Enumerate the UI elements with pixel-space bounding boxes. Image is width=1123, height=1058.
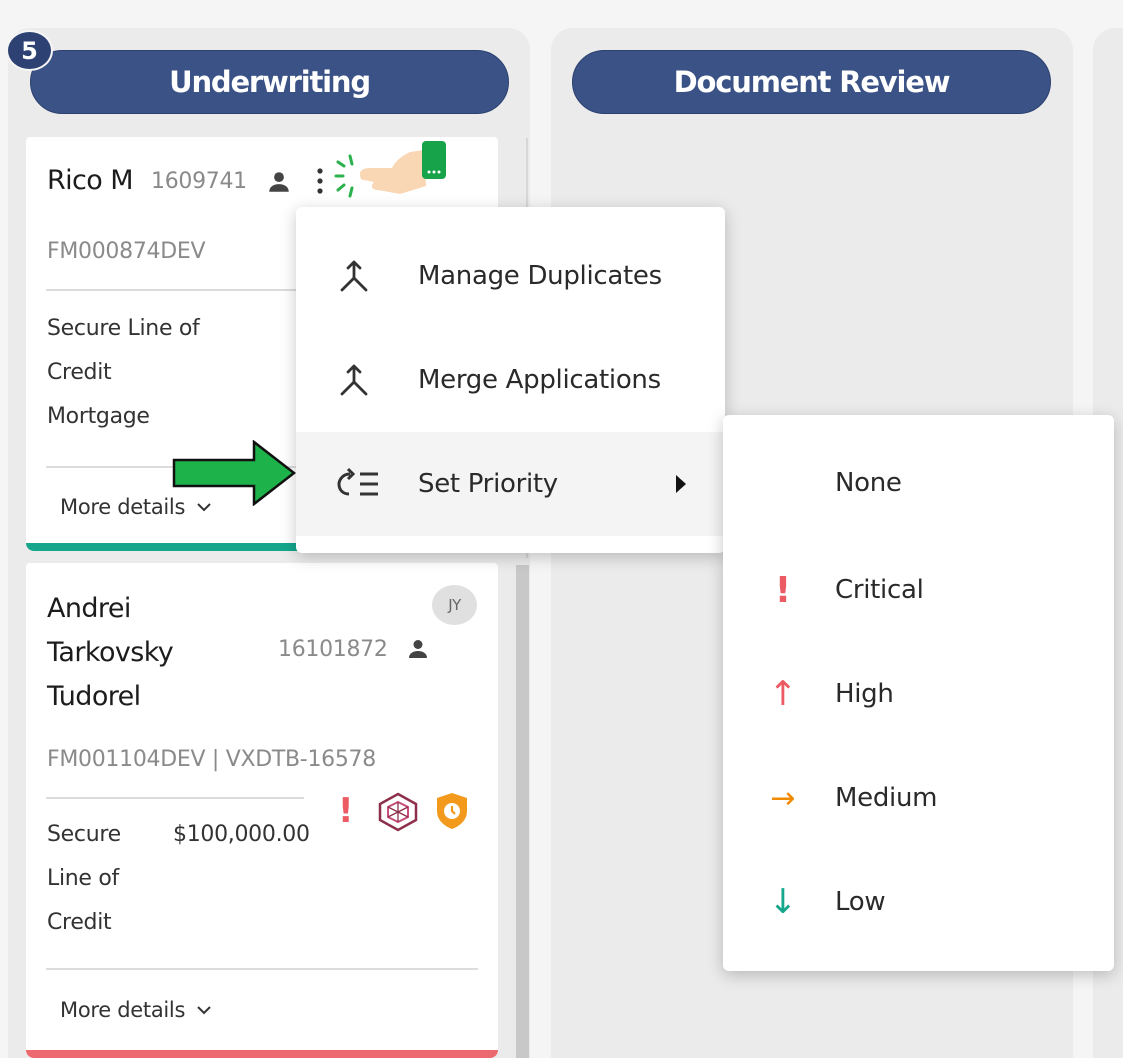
verification-badge-icon xyxy=(378,792,418,832)
application-id: 1609741 xyxy=(151,169,247,194)
menu-item-set-priority[interactable]: Set Priority xyxy=(296,432,725,536)
scrollbar-thumb[interactable] xyxy=(516,565,529,1058)
card-context-menu: Manage Duplicates Merge Applications Set… xyxy=(296,207,725,553)
application-id: 16101872 xyxy=(278,637,388,662)
more-options-icon[interactable] xyxy=(314,167,326,195)
menu-item-label: Manage Duplicates xyxy=(418,261,662,291)
person-icon xyxy=(269,172,289,192)
person-icon xyxy=(409,640,427,658)
arrow-right-icon: → xyxy=(770,780,796,816)
priority-option-none[interactable]: None xyxy=(723,431,1114,535)
arrow-up-icon: ↑ xyxy=(768,674,798,714)
hand-pointer-icon xyxy=(334,141,446,198)
more-details-toggle[interactable]: More details xyxy=(60,998,213,1022)
critical-priority-icon: ! xyxy=(338,791,354,831)
priority-option-high[interactable]: ↑ High xyxy=(723,642,1114,746)
caret-right-icon xyxy=(676,475,686,493)
priority-list-icon xyxy=(337,467,378,496)
critical-priority-icon: ! xyxy=(774,569,792,611)
applicant-name[interactable]: Rico M xyxy=(47,165,134,196)
column-header-document-review[interactable]: Document Review xyxy=(572,50,1051,114)
arrow-down-icon: ↓ xyxy=(768,882,798,922)
divider xyxy=(46,289,306,291)
product-type: Secure Line of Credit Mortgage xyxy=(47,316,200,429)
divider xyxy=(46,968,478,970)
priority-submenu: None ! Critical ↑ High → Medium ↓ Low xyxy=(723,415,1114,971)
column-count-badge: 5 xyxy=(6,30,53,71)
chevron-down-icon xyxy=(197,1006,211,1015)
menu-item-label: Merge Applications xyxy=(418,365,661,395)
priority-option-low[interactable]: ↓ Low xyxy=(723,850,1114,954)
applicant-name[interactable]: Andrei Tarkovsky Tudorel xyxy=(47,587,174,719)
merge-icon xyxy=(340,364,368,396)
product-type: Secure Line of Credit xyxy=(47,822,121,935)
menu-item-label: Set Priority xyxy=(418,469,558,499)
application-card[interactable]: Andrei Tarkovsky Tudorel 16101872 FM0011… xyxy=(26,563,498,1058)
loan-amount: $100,000.00 xyxy=(173,822,310,847)
column-header-underwriting[interactable]: Underwriting xyxy=(30,50,509,114)
shield-clock-icon xyxy=(437,793,467,829)
priority-option-medium[interactable]: → Medium xyxy=(723,746,1114,850)
menu-item-manage-duplicates[interactable]: Manage Duplicates xyxy=(296,224,725,328)
application-reference: FM001104DEV | VXDTB-16578 xyxy=(47,747,376,772)
divider xyxy=(46,797,304,799)
assignee-avatar[interactable]: JY xyxy=(432,585,477,625)
merge-icon xyxy=(340,260,368,292)
menu-item-merge-applications[interactable]: Merge Applications xyxy=(296,328,725,432)
priority-option-critical[interactable]: ! Critical xyxy=(723,538,1114,642)
application-reference: FM000874DEV xyxy=(47,239,206,264)
annotation-arrow-icon xyxy=(172,440,297,506)
